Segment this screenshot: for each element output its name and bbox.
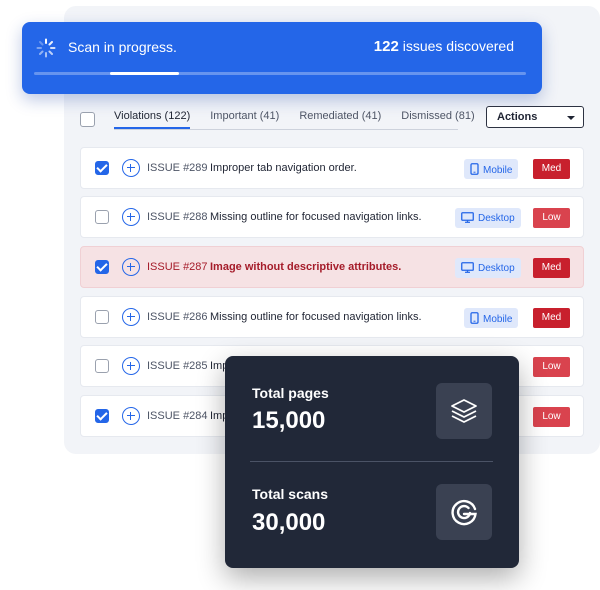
- issue-id: ISSUE #286: [147, 311, 208, 323]
- scan-progress-banner: Scan in progress. 122 issues discovered: [22, 22, 542, 94]
- select-all-checkbox[interactable]: [80, 112, 95, 127]
- issue-checkbox[interactable]: [95, 161, 109, 175]
- mobile-icon: [470, 312, 479, 327]
- total-scans-value: 30,000: [252, 509, 326, 536]
- issues-count-number: 122: [373, 38, 399, 55]
- issue-title: Improper tab navigation order.: [210, 162, 357, 174]
- severity-badge: Low: [533, 357, 570, 377]
- issue-row[interactable]: ISSUE #288 Missing outline for focused na…: [80, 196, 584, 238]
- add-circle-icon[interactable]: [122, 258, 140, 276]
- add-circle-icon[interactable]: [122, 357, 140, 375]
- device-label: Desktop: [478, 213, 515, 224]
- scan-progress-bar: [34, 72, 526, 75]
- scan-progress-fill: [110, 72, 179, 75]
- issue-checkbox[interactable]: [95, 260, 109, 274]
- brand-g-icon: [436, 484, 492, 540]
- issue-tabs: Violations (122) Important (41) Remediated…: [114, 104, 475, 130]
- desktop-icon: [461, 262, 474, 276]
- tab-important[interactable]: Important (41): [210, 104, 279, 129]
- stats-card: Total pages 15,000 Total scans 30,000: [225, 356, 519, 568]
- issue-checkbox[interactable]: [95, 359, 109, 373]
- add-circle-icon[interactable]: [122, 208, 140, 226]
- device-badge: Mobile: [464, 308, 519, 328]
- tab-dismissed[interactable]: Dismissed (81): [401, 104, 474, 129]
- issue-row[interactable]: ISSUE #287 Image without descriptive attr…: [80, 246, 584, 288]
- device-label: Mobile: [483, 314, 513, 325]
- add-circle-icon[interactable]: [122, 308, 140, 326]
- severity-badge: Med: [533, 308, 570, 328]
- severity-badge: Med: [533, 258, 570, 278]
- device-badge: Mobile: [464, 159, 519, 179]
- severity-badge: Med: [533, 159, 570, 179]
- total-pages-value: 15,000: [252, 407, 326, 434]
- device-label: Mobile: [483, 165, 513, 176]
- issue-id: ISSUE #289: [147, 162, 208, 174]
- issue-checkbox[interactable]: [95, 409, 109, 423]
- device-badge: Desktop: [455, 208, 521, 228]
- actions-dropdown[interactable]: Actions: [486, 106, 584, 128]
- total-scans-label: Total scans: [252, 486, 328, 502]
- tab-remediated[interactable]: Remediated (41): [299, 104, 381, 129]
- scan-status-text: Scan in progress.: [68, 39, 177, 55]
- issue-checkbox[interactable]: [95, 210, 109, 224]
- actions-dropdown-label: Actions: [497, 111, 538, 123]
- issue-id: ISSUE #284: [147, 410, 208, 422]
- desktop-icon: [461, 212, 474, 226]
- stats-divider: [250, 461, 493, 462]
- add-circle-icon[interactable]: [122, 159, 140, 177]
- mobile-icon: [470, 163, 479, 178]
- issue-id: ISSUE #287: [147, 261, 208, 273]
- severity-badge: Low: [533, 407, 570, 427]
- issue-title: Missing outline for focused navigation l…: [210, 311, 422, 323]
- issue-title: Image without descriptive attributes.: [210, 261, 402, 273]
- add-circle-icon[interactable]: [122, 407, 140, 425]
- issue-title: Missing outline for focused navigation l…: [210, 211, 422, 223]
- severity-badge: Low: [533, 208, 570, 228]
- issues-count-suffix: issues discovered: [398, 38, 514, 54]
- issues-discovered-count: 122 issues discovered: [374, 38, 514, 55]
- issue-id: ISSUE #285: [147, 360, 208, 372]
- issue-checkbox[interactable]: [95, 310, 109, 324]
- issue-row[interactable]: ISSUE #286 Missing outline for focused na…: [80, 296, 584, 338]
- issue-row[interactable]: ISSUE #289 Improper tab navigation order.…: [80, 147, 584, 189]
- issue-id: ISSUE #288: [147, 211, 208, 223]
- device-label: Desktop: [478, 263, 515, 274]
- loading-spinner-icon: [36, 38, 56, 58]
- issues-toolbar: Violations (122) Important (41) Remediated…: [80, 104, 584, 130]
- tab-violations[interactable]: Violations (122): [114, 104, 191, 129]
- device-badge: Desktop: [455, 258, 521, 278]
- total-pages-label: Total pages: [252, 385, 329, 401]
- layers-icon: [436, 383, 492, 439]
- chevron-down-icon: [567, 116, 575, 120]
